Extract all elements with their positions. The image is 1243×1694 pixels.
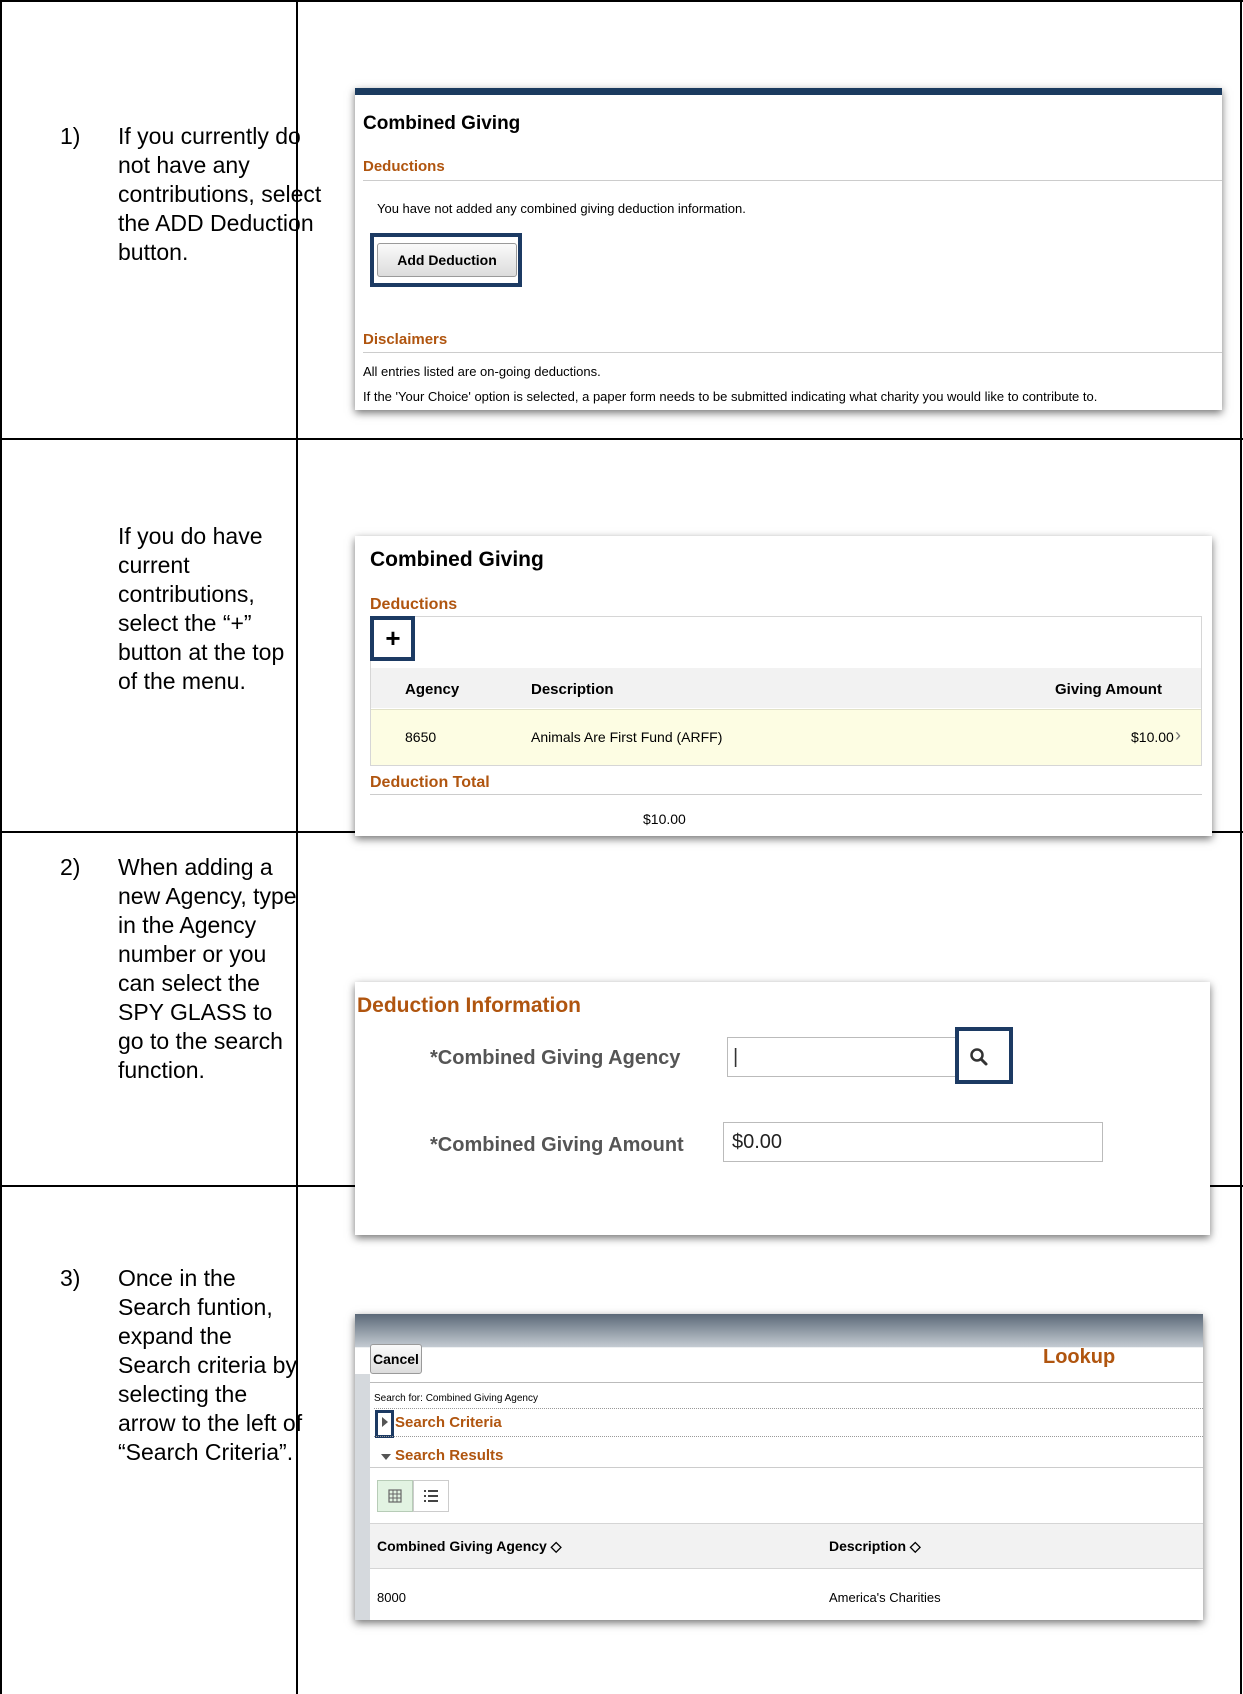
search-results-heading: Search Results — [395, 1447, 504, 1464]
screenshot-lookup: Cancel Lookup Search for: Combined Givin… — [355, 1314, 1203, 1620]
search-criteria-toggle[interactable]: Search Criteria — [395, 1414, 502, 1431]
table-row[interactable] — [371, 709, 1201, 765]
screenshot-deduction-information: Deduction Information *Combined Giving A… — [355, 982, 1210, 1235]
row-divider-1 — [0, 438, 1243, 440]
highlight-plus-button — [370, 616, 415, 661]
list-view-button[interactable] — [413, 1480, 449, 1512]
table-border-right — [1240, 0, 1242, 1694]
lookup-title: Lookup — [1043, 1346, 1116, 1368]
page-title: Combined Giving — [370, 548, 544, 571]
highlight-spy-glass — [955, 1027, 1013, 1084]
deduction-total-value: $10.00 — [643, 811, 686, 827]
criteria-divider-2 — [374, 1436, 1203, 1437]
row-agency: 8650 — [405, 729, 437, 745]
deductions-heading: Deductions — [370, 596, 458, 613]
section-title: Deduction Information — [357, 994, 581, 1017]
cancel-button[interactable]: Cancel — [370, 1344, 422, 1374]
table-border-left — [0, 0, 2, 1694]
deduction-total-heading: Deduction Total — [370, 774, 490, 791]
agency-input[interactable]: | — [727, 1037, 959, 1077]
row-amount: $10.00 — [1131, 729, 1174, 745]
disclaimer-line-1: All entries listed are on-going deductio… — [363, 364, 601, 379]
result-description[interactable]: America's Charities — [829, 1590, 941, 1605]
row-description: Animals Are First Fund (ARFF) — [531, 729, 723, 745]
highlight-expand-arrow — [375, 1410, 394, 1438]
disclaimers-heading: Disclaimers — [363, 331, 448, 348]
list-icon — [424, 1490, 438, 1502]
disclaimer-line-2: If the 'Your Choice' option is selected,… — [363, 389, 1098, 404]
grid-view-button[interactable] — [377, 1480, 413, 1512]
col-combined-giving-agency[interactable]: Combined Giving Agency ◇ — [377, 1538, 562, 1555]
dim-left-strip — [355, 1374, 370, 1620]
screenshot-current-deductions: Combined Giving Deductions + Agency Desc… — [355, 536, 1212, 836]
col-agency-header: Agency — [405, 681, 460, 698]
table-border-top — [0, 0, 1243, 2]
search-for-label: Search for: Combined Giving Agency — [374, 1393, 538, 1404]
chevron-right-icon[interactable]: › — [1175, 725, 1181, 746]
col-description-header: Description — [531, 681, 614, 698]
navbar-strip — [355, 88, 1222, 95]
highlight-add-deduction — [370, 233, 522, 287]
col-amount-header: Giving Amount — [1055, 681, 1162, 698]
col-description[interactable]: Description ◇ — [829, 1538, 921, 1555]
grid-icon — [388, 1489, 402, 1503]
agency-label: *Combined Giving Agency — [430, 1047, 681, 1069]
deductions-heading: Deductions — [363, 158, 445, 175]
page-title: Combined Giving — [363, 113, 521, 134]
result-agency[interactable]: 8000 — [377, 1590, 406, 1605]
screenshot-no-deductions: Combined Giving Deductions You have not … — [355, 88, 1222, 410]
amount-input[interactable]: $0.00 — [723, 1122, 1103, 1162]
amount-label: *Combined Giving Amount — [430, 1134, 684, 1156]
criteria-divider — [374, 1408, 1203, 1409]
collapse-arrow-icon[interactable] — [381, 1454, 391, 1460]
empty-message: You have not added any combined giving d… — [377, 201, 746, 216]
